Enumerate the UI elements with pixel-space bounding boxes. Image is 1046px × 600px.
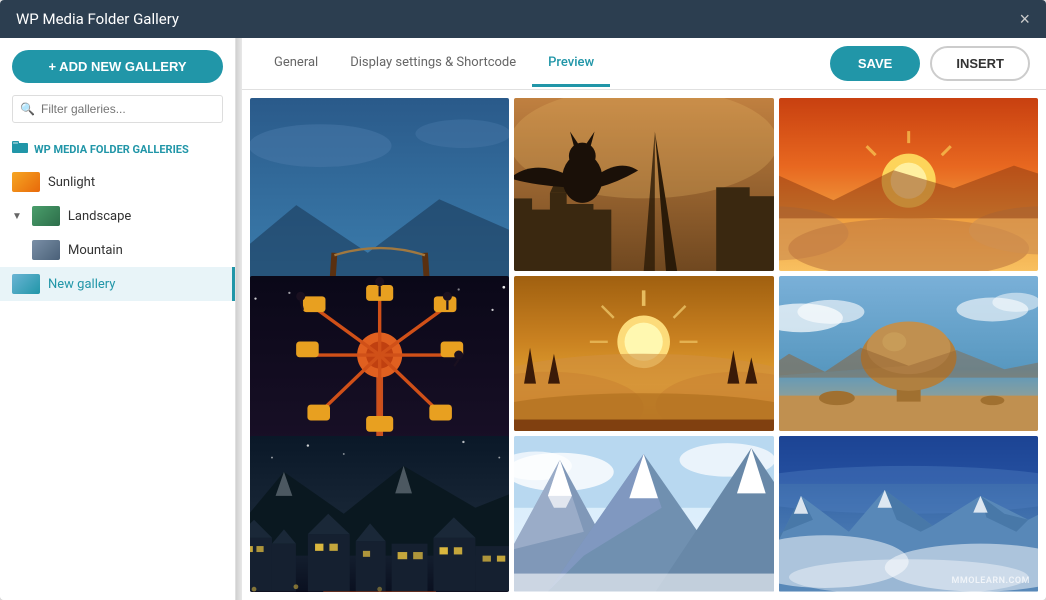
add-gallery-button[interactable]: + ADD NEW GALLERY bbox=[12, 50, 223, 83]
gallery-item-landscape[interactable]: ▼ Landscape bbox=[0, 199, 235, 233]
search-icon: 🔍 bbox=[20, 102, 35, 116]
gallery-image-sunset-fog[interactable] bbox=[514, 276, 773, 432]
gallery-image-snow-mountain[interactable] bbox=[514, 436, 773, 592]
tab-preview[interactable]: Preview bbox=[532, 41, 610, 87]
gallery-grid: MMOLEARN.COM bbox=[242, 90, 1046, 600]
insert-button[interactable]: INSERT bbox=[930, 46, 1030, 81]
modal-title: WP Media Folder Gallery bbox=[16, 10, 179, 28]
modal-window: WP Media Folder Gallery × + ADD NEW GALL… bbox=[0, 0, 1046, 600]
save-button[interactable]: SAVE bbox=[830, 46, 920, 81]
gallery-image-gargoyle[interactable] bbox=[514, 98, 773, 271]
expand-arrow-landscape: ▼ bbox=[12, 211, 22, 222]
gallery-image-balanced-rock[interactable] bbox=[779, 276, 1038, 432]
search-input[interactable] bbox=[12, 95, 223, 123]
gallery-image-village[interactable] bbox=[250, 436, 509, 592]
gallery-thumb-mountain bbox=[32, 240, 60, 260]
tab-display[interactable]: Display settings & Shortcode bbox=[334, 41, 532, 87]
gallery-thumb-landscape bbox=[32, 206, 60, 226]
gallery-label-sunlight: Sunlight bbox=[48, 175, 95, 190]
gallery-thumb-newgallery bbox=[12, 274, 40, 294]
tab-general[interactable]: General bbox=[258, 41, 334, 87]
gallery-label-mountain: Mountain bbox=[68, 243, 123, 258]
gallery-item-sunlight[interactable]: Sunlight bbox=[0, 165, 235, 199]
modal-header: WP Media Folder Gallery × bbox=[0, 0, 1046, 38]
folder-icon bbox=[12, 141, 28, 157]
modal-body: + ADD NEW GALLERY 🔍 WP MEDIA FOLDER GALL… bbox=[0, 38, 1046, 600]
gallery-label-newgallery: New gallery bbox=[48, 277, 115, 292]
watermark: MMOLEARN.COM bbox=[951, 576, 1030, 586]
sidebar-section-title: WP MEDIA FOLDER GALLERIES bbox=[0, 133, 235, 165]
gallery-label-landscape: Landscape bbox=[68, 209, 131, 224]
gallery-image-aerial-mountains[interactable]: MMOLEARN.COM bbox=[779, 436, 1038, 592]
gallery-item-newgallery[interactable]: New gallery bbox=[0, 267, 235, 301]
main-content: General Display settings & Shortcode Pre… bbox=[242, 38, 1046, 600]
search-wrap: 🔍 bbox=[12, 95, 223, 123]
gallery-item-mountain[interactable]: Mountain bbox=[0, 233, 235, 267]
tabs-bar: General Display settings & Shortcode Pre… bbox=[242, 38, 1046, 90]
gallery-image-sunrise-sky[interactable] bbox=[779, 98, 1038, 271]
gallery-list: Sunlight ▼ Landscape Mountain New galler… bbox=[0, 165, 235, 600]
close-button[interactable]: × bbox=[1019, 10, 1030, 28]
gallery-thumb-sunlight bbox=[12, 172, 40, 192]
tabs-actions: SAVE INSERT bbox=[830, 38, 1030, 89]
sidebar: + ADD NEW GALLERY 🔍 WP MEDIA FOLDER GALL… bbox=[0, 38, 236, 600]
grid-container: MMOLEARN.COM bbox=[250, 98, 1038, 592]
